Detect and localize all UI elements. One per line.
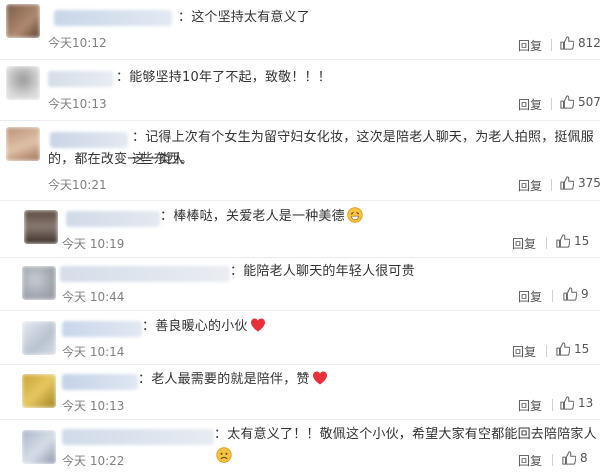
comment-item: ：能够坚持10年了不起，致敬！！！ 今天10:13 回复 507 (0, 61, 600, 121)
comment-text: ：老人最需要的就是陪伴，赞 (138, 369, 328, 391)
like-count: 9 (581, 287, 589, 301)
thumb-up-icon (562, 451, 576, 465)
heart-emoji-icon (312, 371, 327, 385)
comment-text-body: ：棒棒哒，关爱老人是一种美德 (160, 209, 345, 224)
like-count: 13 (578, 396, 594, 410)
comment-item: ：太有意义了！！敬佩这个小伙，希望大家有空都能回去陪陪家人 今天 10:22 回… (0, 421, 600, 474)
heart-emoji-icon (250, 318, 265, 332)
timestamp: 今天10:13 (48, 97, 107, 111)
thumb-up-icon (560, 95, 574, 109)
comment-text-continued: 的，都在改变一些东西。 (48, 152, 194, 167)
comment-text: ：这个坚持太有意义了 (178, 10, 311, 25)
divider (551, 98, 552, 110)
grin-emoji-icon (347, 207, 363, 223)
thumb-up-icon (560, 36, 574, 50)
avatar[interactable] (22, 321, 56, 355)
like-button[interactable]: 13 (560, 396, 593, 410)
divider (552, 454, 553, 466)
username[interactable] (50, 132, 128, 148)
timestamp: 今天 10:14 (62, 345, 125, 359)
thumb-up-icon (560, 396, 574, 410)
thumb-up-icon (560, 176, 574, 190)
username[interactable] (54, 10, 172, 26)
divider (546, 345, 547, 357)
like-count: 15 (574, 234, 590, 248)
comment-item: ：老人最需要的就是陪伴，赞 今天 10:13 回复 13 (0, 366, 600, 420)
comment-text-body: ：太有意义了！！敬佩这个小伙，希望大家有空都能回去陪陪家人 (214, 427, 597, 442)
avatar[interactable] (22, 374, 56, 408)
like-count: 507 (578, 95, 600, 109)
divider (551, 179, 552, 191)
like-button[interactable]: 15 (556, 234, 589, 248)
username[interactable] (62, 374, 138, 390)
thumb-up-icon (556, 342, 570, 356)
comment-text-body: ：善良暖心的小伙 (142, 319, 248, 334)
thumb-up-icon (563, 287, 577, 301)
like-button[interactable]: 507 (560, 95, 600, 109)
like-count: 812 (578, 36, 600, 50)
reply-button[interactable]: 回复 (518, 288, 542, 305)
comment-text: ：能陪老人聊天的年轻人很可贵 (230, 264, 415, 279)
comment-text: ：记得上次有个女生为留守妇女化妆，这次是陪老人聊天，为老人拍照，挺佩服这一类人 (132, 130, 595, 167)
comment-text: ：能够坚持10年了不起，致敬！！！ (116, 70, 331, 85)
comment-text-body: ：老人最需要的就是陪伴，赞 (138, 372, 310, 387)
reply-button[interactable]: 回复 (518, 177, 542, 194)
username[interactable] (60, 266, 230, 282)
comment-item: ：善良暖心的小伙 今天 10:14 回复 15 (0, 312, 600, 365)
divider (552, 290, 553, 302)
reply-button[interactable]: 回复 (518, 397, 542, 414)
username[interactable] (48, 71, 114, 87)
comment-item: ：棒棒哒，关爱老人是一种美德 今天 10:19 回复 15 (0, 202, 600, 258)
comment-text: ：善良暖心的小伙 (142, 316, 266, 338)
like-button[interactable]: 375 (560, 176, 600, 190)
username[interactable] (62, 321, 142, 337)
timestamp: 今天 10:22 (62, 454, 125, 468)
comment-item: ：能陪老人聊天的年轻人很可贵 今天 10:44 回复 9 (0, 259, 600, 311)
thumb-up-icon (556, 234, 570, 248)
divider (551, 39, 552, 51)
sad-emoji-icon (216, 447, 232, 463)
avatar[interactable] (6, 127, 40, 161)
like-count: 15 (574, 342, 590, 356)
avatar[interactable] (6, 66, 40, 100)
timestamp: 今天10:21 (48, 178, 107, 192)
avatar[interactable] (22, 430, 56, 464)
like-button[interactable]: 8 (562, 451, 588, 465)
like-count: 375 (578, 176, 600, 190)
reply-button[interactable]: 回复 (512, 343, 536, 360)
comment-text: ：棒棒哒，关爱老人是一种美德 (160, 206, 363, 228)
divider (546, 237, 547, 249)
reply-button[interactable]: 回复 (512, 235, 536, 252)
reply-button[interactable]: 回复 (518, 452, 542, 469)
like-button[interactable]: 9 (563, 287, 589, 301)
like-button[interactable]: 15 (556, 342, 589, 356)
comment-text: ：太有意义了！！敬佩这个小伙，希望大家有空都能回去陪陪家人 (214, 424, 600, 468)
comment-item: ：记得上次有个女生为留守妇女化妆，这次是陪老人聊天，为老人拍照，挺佩服这一类人 … (0, 122, 600, 201)
username[interactable] (66, 211, 160, 227)
timestamp: 今天 10:44 (62, 290, 125, 304)
reply-button[interactable]: 回复 (518, 96, 542, 113)
timestamp: 今天10:12 (48, 36, 107, 50)
comment-item: ：这个坚持太有意义了 今天10:12 回复 812 (0, 0, 600, 60)
avatar[interactable] (6, 4, 40, 38)
like-button[interactable]: 812 (560, 36, 600, 50)
like-count: 8 (580, 451, 588, 465)
divider (552, 399, 553, 411)
username[interactable] (62, 429, 214, 445)
reply-button[interactable]: 回复 (518, 37, 542, 54)
avatar[interactable] (22, 266, 56, 300)
avatar[interactable] (24, 210, 58, 244)
timestamp: 今天 10:19 (62, 237, 125, 251)
timestamp: 今天 10:13 (62, 399, 125, 413)
